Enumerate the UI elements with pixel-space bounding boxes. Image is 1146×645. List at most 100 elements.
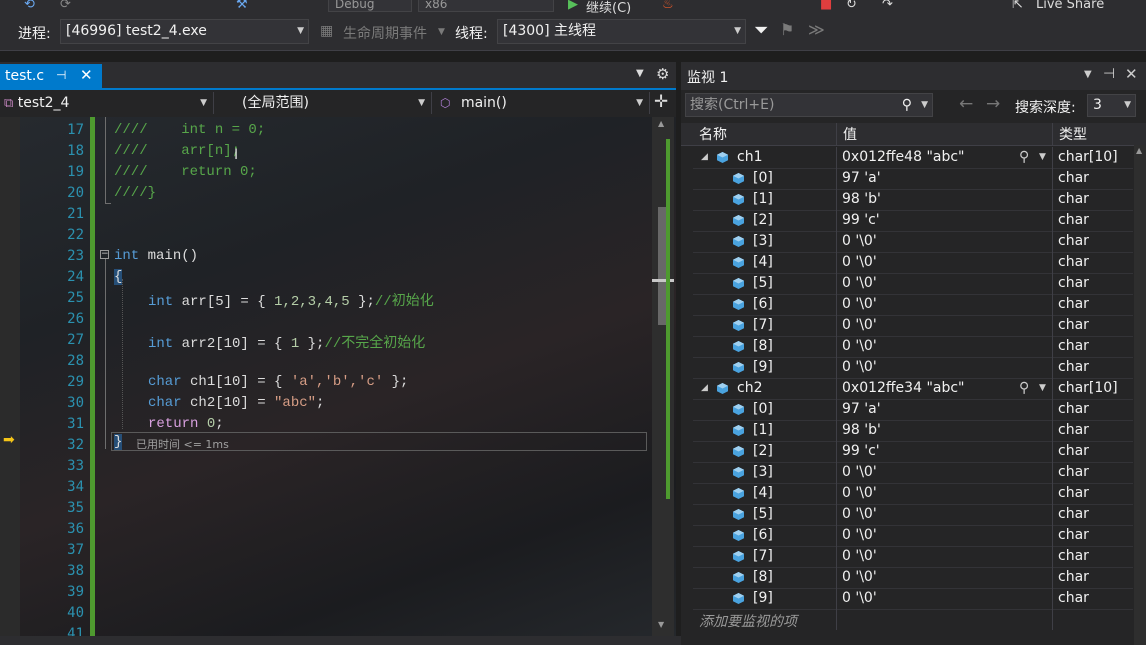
- magnifier-icon[interactable]: ⚲: [1019, 378, 1029, 399]
- pin-icon[interactable]: ⊣: [1103, 66, 1115, 82]
- editor-scrollbar[interactable]: ▲ ▼: [652, 117, 674, 636]
- watch-item-value[interactable]: 98 'b': [842, 189, 881, 210]
- continue-button[interactable]: 继续(C): [586, 0, 631, 14]
- hot-reload-icon[interactable]: ♨: [662, 0, 674, 12]
- chevron-down-icon[interactable]: ▼: [1039, 147, 1046, 168]
- scope-dropdown[interactable]: (全局范围) ▼: [214, 92, 432, 114]
- watch-item-value[interactable]: 0 '\0': [842, 462, 877, 483]
- watch-item-value[interactable]: 0 '\0': [842, 483, 877, 504]
- watch-row-element[interactable]: [0] 97 'a' char: [693, 399, 1133, 421]
- watch-row-element[interactable]: [6] 0 '\0' char: [693, 294, 1133, 316]
- undo-icon[interactable]: ⟲: [24, 0, 35, 12]
- filter-threads-icon[interactable]: ⏷: [754, 20, 768, 41]
- close-icon[interactable]: ✕: [80, 66, 93, 84]
- config-dropdown[interactable]: Debug: [328, 0, 412, 12]
- function-dropdown[interactable]: ⬡ main() ▼: [432, 92, 650, 114]
- watch-row-element[interactable]: [3] 0 '\0' char: [693, 231, 1133, 253]
- column-type[interactable]: 类型: [1059, 124, 1087, 144]
- watch-item-value[interactable]: 0 '\0': [842, 525, 877, 546]
- watch-item-value[interactable]: 97 'a': [842, 399, 881, 420]
- flag-icon[interactable]: ⚑: [780, 20, 794, 39]
- chevron-down-icon[interactable]: ▼: [921, 94, 928, 116]
- watch-row-ch2[interactable]: ◢ ch2 0x012ffe34 "abc" ⚲ ▼ char[10]: [693, 378, 1133, 400]
- watch-row-element[interactable]: [9] 0 '\0' char: [693, 588, 1133, 610]
- watch-item-value[interactable]: 0 '\0': [842, 567, 877, 588]
- chevron-down-icon[interactable]: ▼: [1084, 69, 1092, 80]
- scroll-up-icon[interactable]: ▲: [1136, 146, 1142, 155]
- watch-row-element[interactable]: [3] 0 '\0' char: [693, 462, 1133, 484]
- collapse-triangle-icon[interactable]: ◢: [701, 147, 708, 168]
- split-icon[interactable]: ✛: [654, 92, 668, 112]
- project-dropdown[interactable]: ⧉ test2_4 ▼: [0, 92, 214, 114]
- stop-icon[interactable]: ■: [820, 0, 832, 12]
- watch-row-element[interactable]: [4] 0 '\0' char: [693, 483, 1133, 505]
- scroll-down-icon[interactable]: ▼: [658, 620, 664, 629]
- close-icon[interactable]: ✕: [1125, 65, 1138, 83]
- platform-dropdown[interactable]: x86: [418, 0, 554, 12]
- watch-row-element[interactable]: [1] 98 'b' char: [693, 420, 1133, 442]
- chevron-down-icon[interactable]: ▼: [1039, 378, 1046, 399]
- pin-icon[interactable]: ⊣: [56, 68, 66, 82]
- watch-row-element[interactable]: [5] 0 '\0' char: [693, 504, 1133, 526]
- back-arrow-icon[interactable]: ←: [959, 94, 973, 114]
- live-share-button[interactable]: Live Share: [1036, 0, 1104, 12]
- redo-icon[interactable]: ⟳: [60, 0, 71, 12]
- tab-test-c[interactable]: test.c ⊣ ✕: [0, 64, 102, 90]
- watch-item-value[interactable]: 0 '\0': [842, 357, 877, 378]
- add-watch-row[interactable]: 添加要监视的项: [693, 609, 1133, 631]
- watch-item-value[interactable]: 0 '\0': [842, 315, 877, 336]
- lifecycle-events-button[interactable]: 生命周期事件: [343, 23, 427, 43]
- watch-row-element[interactable]: [2] 99 'c' char: [693, 210, 1133, 232]
- collapse-icon[interactable]: −: [100, 250, 109, 259]
- watch-item-value[interactable]: 0x012ffe34 "abc": [842, 378, 964, 399]
- process-dropdown[interactable]: [46996] test2_4.exe ▼: [60, 19, 309, 44]
- column-name[interactable]: 名称: [699, 124, 727, 144]
- search-depth-dropdown[interactable]: 3 ▼: [1087, 94, 1136, 117]
- watch-row-element[interactable]: [2] 99 'c' char: [693, 441, 1133, 463]
- watch-item-value[interactable]: 0 '\0': [842, 294, 877, 315]
- watch-item-value[interactable]: 0 '\0': [842, 231, 877, 252]
- watch-row-element[interactable]: [5] 0 '\0' char: [693, 273, 1133, 295]
- watch-item-value[interactable]: 99 'c': [842, 441, 880, 462]
- collapse-triangle-icon[interactable]: ◢: [701, 378, 708, 399]
- watch-row-element[interactable]: [7] 0 '\0' char: [693, 315, 1133, 337]
- lifecycle-icon[interactable]: ▦: [320, 23, 333, 39]
- watch-item-value[interactable]: 0 '\0': [842, 273, 877, 294]
- column-value[interactable]: 值: [843, 124, 857, 144]
- watch-row-element[interactable]: [7] 0 '\0' char: [693, 546, 1133, 568]
- column-divider[interactable]: [836, 123, 837, 145]
- restart-icon[interactable]: ↻: [846, 0, 857, 12]
- wrench-icon[interactable]: ⚒: [236, 0, 248, 12]
- gear-icon[interactable]: ⚙: [656, 65, 669, 83]
- watch-item-value[interactable]: 0 '\0': [842, 336, 877, 357]
- magnifier-icon[interactable]: ⚲: [1019, 147, 1029, 168]
- stack-frame-icon[interactable]: ≫: [808, 20, 825, 39]
- watch-scrollbar[interactable]: ▲: [1134, 145, 1146, 645]
- column-divider[interactable]: [1052, 123, 1053, 145]
- watch-search-input[interactable]: 搜索(Ctrl+E) ⚲ ▼: [685, 93, 933, 117]
- continue-icon[interactable]: ▶: [568, 0, 578, 12]
- watch-row-ch1[interactable]: ◢ ch1 0x012ffe48 "abc" ⚲ ▼ char[10]: [693, 147, 1133, 169]
- watch-row-element[interactable]: [8] 0 '\0' char: [693, 336, 1133, 358]
- watch-row-element[interactable]: [0] 97 'a' char: [693, 168, 1133, 190]
- watch-item-value[interactable]: 0 '\0': [842, 504, 877, 525]
- watch-item-value[interactable]: 0x012ffe48 "abc": [842, 147, 964, 168]
- watch-row-element[interactable]: [4] 0 '\0' char: [693, 252, 1133, 274]
- step-over-icon[interactable]: ↷: [882, 0, 893, 12]
- watch-item-value[interactable]: 97 'a': [842, 168, 881, 189]
- watch-item-value[interactable]: 98 'b': [842, 420, 881, 441]
- scroll-up-icon[interactable]: ▲: [658, 119, 664, 128]
- watch-row-element[interactable]: [6] 0 '\0' char: [693, 525, 1133, 547]
- forward-arrow-icon[interactable]: →: [986, 94, 1000, 114]
- code-editor[interactable]: ➡ 17 18 19 20 21 22 23 24 25 26 27 28 29 30 31 32 33 34 35…: [0, 117, 676, 636]
- watch-row-element[interactable]: [8] 0 '\0' char: [693, 567, 1133, 589]
- watch-row-element[interactable]: [1] 98 'b' char: [693, 189, 1133, 211]
- watch-item-value[interactable]: 0 '\0': [842, 588, 877, 609]
- live-share-icon[interactable]: ⇱: [1012, 0, 1023, 12]
- watch-item-value[interactable]: 0 '\0': [842, 546, 877, 567]
- watch-item-value[interactable]: 0 '\0': [842, 252, 877, 273]
- watch-item-value[interactable]: 99 'c': [842, 210, 880, 231]
- thread-dropdown[interactable]: [4300] 主线程 ▼: [497, 19, 746, 44]
- glyph-margin[interactable]: [0, 117, 20, 636]
- chevron-down-icon[interactable]: ▼: [636, 68, 644, 79]
